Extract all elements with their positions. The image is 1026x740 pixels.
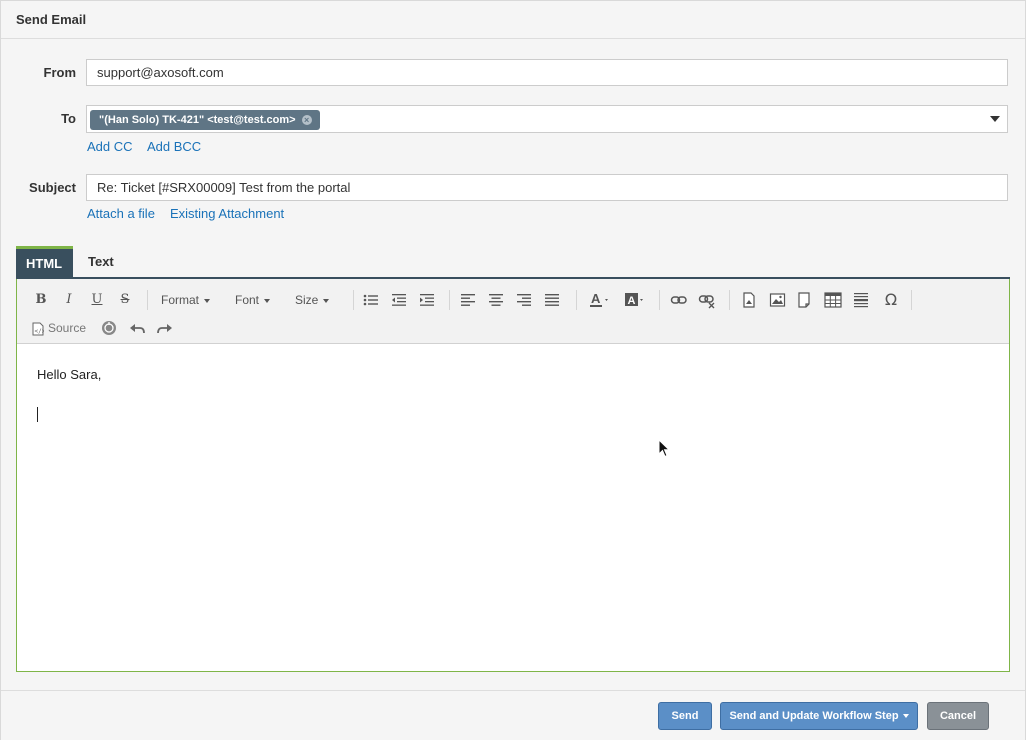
subject-field[interactable]: Re: Ticket [#SRX00009] Test from the por… <box>86 174 1008 201</box>
align-justify-icon[interactable] <box>544 289 562 311</box>
bullet-list-icon[interactable] <box>363 289 381 311</box>
align-right-icon[interactable] <box>516 289 534 311</box>
dialog-footer: Send Send and Update Workflow Step Cance… <box>1 690 1025 740</box>
italic-icon[interactable]: I <box>60 289 78 311</box>
recipient-chip-label: "(Han Solo) TK-421" <test@test.com> <box>99 114 296 126</box>
indent-icon[interactable] <box>419 289 437 311</box>
format-dropdown-label: Format <box>161 293 200 307</box>
svg-text:A: A <box>591 291 601 306</box>
remove-recipient-icon[interactable]: × <box>301 115 312 125</box>
bold-icon[interactable]: B <box>32 289 50 311</box>
recipient-chip[interactable]: "(Han Solo) TK-421" <test@test.com> × <box>90 110 320 130</box>
size-dropdown-label: Size <box>295 293 319 307</box>
chevron-down-icon <box>902 714 909 719</box>
add-bcc-link[interactable]: Add BCC <box>147 139 201 154</box>
mouse-pointer-icon <box>658 438 671 461</box>
format-dropdown[interactable]: Format <box>155 289 217 311</box>
text-caret <box>37 407 38 422</box>
insert-file-icon[interactable] <box>741 289 759 311</box>
tab-html[interactable]: HTML <box>16 246 73 278</box>
chevron-down-icon <box>204 298 211 303</box>
toolbar-separator <box>353 290 354 310</box>
source-button[interactable]: </> Source <box>32 317 94 339</box>
dialog-title: Send Email <box>16 12 87 27</box>
link-icon[interactable] <box>670 289 688 311</box>
existing-attachment-link[interactable]: Existing Attachment <box>170 206 284 221</box>
editor-content-area[interactable]: Hello Sara, <box>17 345 1009 670</box>
svg-text:A: A <box>628 295 636 307</box>
special-char-icon[interactable]: Ω <box>881 289 901 311</box>
toolbar-separator <box>576 290 577 310</box>
tab-text[interactable]: Text <box>78 246 124 278</box>
send-and-update-workflow-button[interactable]: Send and Update Workflow Step <box>720 702 918 730</box>
align-center-icon[interactable] <box>488 289 506 311</box>
svg-text:</>: </> <box>35 328 45 335</box>
font-dropdown-label: Font <box>235 293 260 307</box>
attach-file-link[interactable]: Attach a file <box>87 206 155 221</box>
add-cc-link[interactable]: Add CC <box>87 139 133 154</box>
from-label: From <box>43 65 77 80</box>
align-left-icon[interactable] <box>460 289 478 311</box>
unlink-icon[interactable] <box>698 289 716 311</box>
dialog-title-bar: Send Email <box>1 1 1025 39</box>
editor-greeting: Hello Sara, <box>37 367 102 382</box>
size-dropdown[interactable]: Size <box>289 289 345 311</box>
chevron-down-icon <box>264 298 271 303</box>
outdent-icon[interactable] <box>391 289 409 311</box>
send-button[interactable]: Send <box>658 702 712 730</box>
editor-toolbar: B I U S Format Font Size A A Ω </> Sourc… <box>17 279 1009 344</box>
chevron-down-icon <box>323 298 330 303</box>
redo-icon[interactable] <box>157 317 175 339</box>
underline-icon[interactable]: U <box>88 289 106 311</box>
table-icon[interactable] <box>824 289 844 311</box>
toolbar-separator <box>911 290 912 310</box>
strikethrough-icon[interactable]: S <box>116 289 134 311</box>
horizontal-line-icon[interactable] <box>853 289 871 311</box>
image-icon[interactable] <box>769 289 787 311</box>
to-label: To <box>61 111 76 126</box>
source-button-label: Source <box>48 321 87 335</box>
toolbar-separator <box>147 290 148 310</box>
font-dropdown[interactable]: Font <box>229 289 281 311</box>
rich-text-editor: B I U S Format Font Size A A Ω </> Sourc… <box>16 279 1010 672</box>
send-email-dialog: Send Email From support@axosoft.com To "… <box>0 0 1026 740</box>
toolbar-separator <box>729 290 730 310</box>
subject-label: Subject <box>29 180 76 195</box>
cancel-button[interactable]: Cancel <box>927 702 989 730</box>
background-color-icon[interactable]: A <box>624 289 648 311</box>
toolbar-separator <box>659 290 660 310</box>
undo-icon[interactable] <box>129 317 147 339</box>
from-field[interactable]: support@axosoft.com <box>86 59 1008 86</box>
page-icon[interactable] <box>796 289 814 311</box>
text-color-icon[interactable]: A <box>589 289 613 311</box>
toolbar-separator <box>449 290 450 310</box>
spellcheck-icon[interactable] <box>101 317 119 339</box>
recipients-dropdown-icon[interactable] <box>990 116 1000 122</box>
send-and-update-label: Send and Update Workflow Step <box>729 710 899 722</box>
